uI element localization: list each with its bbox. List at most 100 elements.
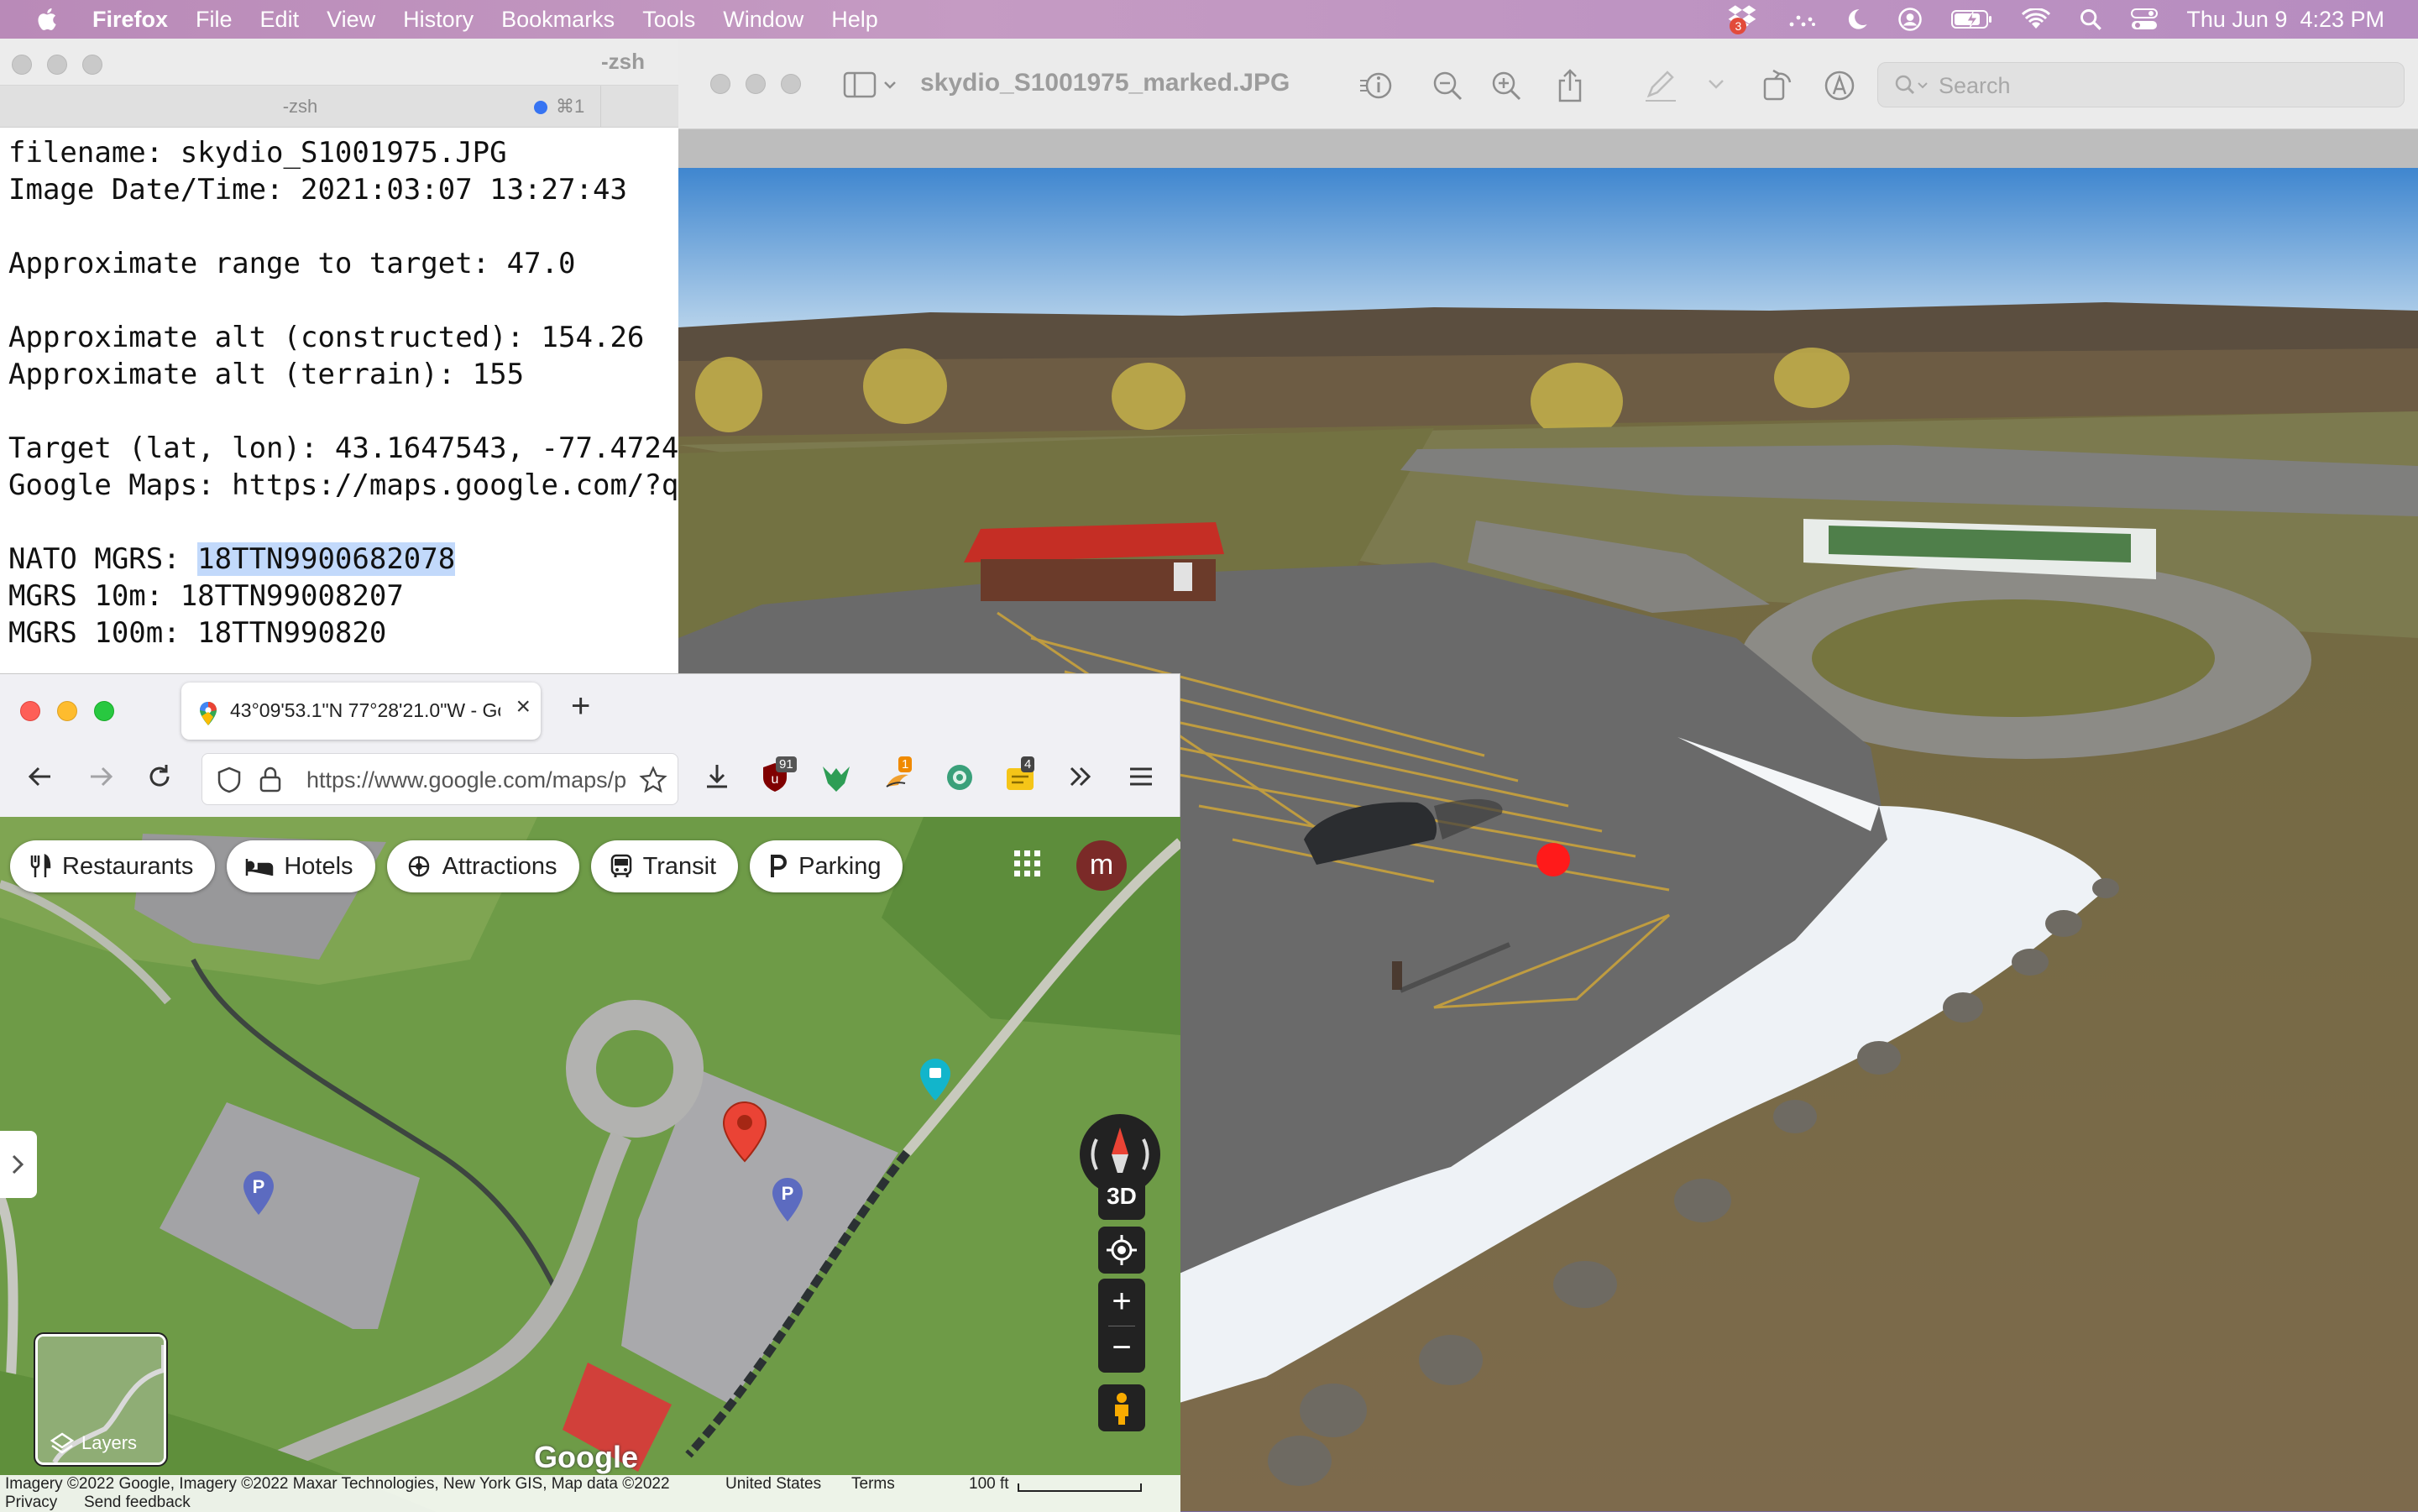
apps-grid-icon[interactable] <box>1013 849 1043 879</box>
side-panel-toggle[interactable] <box>0 1131 37 1198</box>
terminal-line: Approximate alt (constructed): 154.26 <box>8 321 645 354</box>
control-center-icon[interactable] <box>2131 8 2159 31</box>
menu-app-firefox[interactable]: Firefox <box>92 7 168 33</box>
parking-pin-icon[interactable]: P <box>242 1169 275 1218</box>
menu-clock[interactable]: Thu Jun 9 4:23 PM <box>2186 7 2384 33</box>
ublock-badge: 91 <box>776 756 797 772</box>
rotate-icon[interactable] <box>1761 67 1795 104</box>
menu-tools[interactable]: Tools <box>642 7 695 33</box>
terms-link[interactable]: Terms <box>851 1475 895 1494</box>
menu-view[interactable]: View <box>327 7 375 33</box>
menu-help[interactable]: Help <box>831 7 878 33</box>
mgrs-selected-text[interactable]: 18TTN9900682078 <box>197 542 456 576</box>
svg-text:P: P <box>782 1183 794 1204</box>
chip-restaurants[interactable]: Restaurants <box>10 840 216 892</box>
preview-search-field[interactable]: Search <box>1877 62 2405 107</box>
chip-label: Attractions <box>442 852 557 880</box>
chip-label: Hotels <box>284 852 353 880</box>
url-bar[interactable]: https://www.google.com/maps/place/ <box>202 753 678 805</box>
markup-toolbar-icon[interactable] <box>1822 67 1857 104</box>
zoom-button[interactable] <box>781 74 801 94</box>
close-button[interactable] <box>710 74 730 94</box>
menu-edit[interactable]: Edit <box>260 7 300 33</box>
minimize-button[interactable] <box>746 74 766 94</box>
imagery-attribution: Imagery ©2022 Google, Imagery ©2022 Maxa… <box>5 1475 670 1493</box>
terminal-line: MGRS 100m: 18TTN990820 <box>8 616 387 650</box>
forward-arrow-icon[interactable] <box>86 761 116 792</box>
extension-hand-icon[interactable]: 1 <box>882 756 915 795</box>
extension-badge-2: 4 <box>1021 756 1035 772</box>
zoom-in-icon[interactable] <box>1489 67 1523 104</box>
info-icon[interactable] <box>1357 67 1394 104</box>
minimize-button[interactable] <box>47 55 67 75</box>
wifi-icon[interactable] <box>2022 8 2051 30</box>
user-avatar[interactable]: m <box>1076 840 1127 891</box>
dots-menu-icon[interactable] <box>1787 9 1817 29</box>
back-arrow-icon[interactable] <box>25 761 55 792</box>
ublock-origin-icon[interactable]: u 91 <box>761 756 797 795</box>
parking-icon <box>771 855 788 877</box>
extension-notes-icon[interactable]: 4 <box>1004 756 1038 795</box>
new-tab-button[interactable]: + <box>571 688 590 725</box>
close-button[interactable] <box>20 701 40 721</box>
lock-icon[interactable] <box>258 766 283 794</box>
apple-icon[interactable] <box>34 5 62 34</box>
share-icon[interactable] <box>1555 67 1585 104</box>
zoom-out-button[interactable]: − <box>1098 1326 1145 1373</box>
dropbox-icon[interactable]: 3 <box>1728 4 1758 34</box>
parking-pin-icon[interactable]: P <box>771 1176 804 1225</box>
crosshair-icon <box>1107 1235 1137 1265</box>
preview-window-controls <box>710 74 801 94</box>
3d-toggle-button[interactable]: 3D <box>1098 1173 1145 1220</box>
privacy-link[interactable]: Privacy <box>5 1494 57 1512</box>
browser-tab-google-maps[interactable]: 43°09'53.1"N 77°28'21.0"W - Google Maps … <box>181 683 541 740</box>
spotlight-search-icon[interactable] <box>2079 8 2102 31</box>
avatar-initial: m <box>1089 849 1114 881</box>
bookmark-star-icon[interactable] <box>639 766 667 794</box>
menu-window[interactable]: Window <box>723 7 803 33</box>
more-tools-chevron-icon[interactable] <box>1066 761 1095 792</box>
tab-close-icon[interactable]: × <box>516 693 531 721</box>
satellite-map-imagery <box>0 817 1180 1512</box>
map-category-chips: Restaurants Hotels Attractions Transit P… <box>10 840 903 892</box>
layers-button[interactable]: Layers <box>35 1334 166 1465</box>
zoom-button[interactable] <box>82 55 102 75</box>
user-account-icon[interactable] <box>1897 7 1923 32</box>
sidebar-toggle-icon[interactable] <box>843 69 902 101</box>
red-location-pin-icon[interactable] <box>722 1101 767 1163</box>
google-map-view[interactable]: Restaurants Hotels Attractions Transit P… <box>0 817 1180 1512</box>
chip-parking[interactable]: Parking <box>750 840 903 892</box>
chip-transit[interactable]: Transit <box>590 840 739 892</box>
zoom-in-button[interactable]: + <box>1098 1279 1145 1326</box>
url-text: https://www.google.com/maps/place/ <box>306 767 625 793</box>
chip-attractions[interactable]: Attractions <box>386 840 579 892</box>
zoom-out-icon[interactable] <box>1431 67 1464 104</box>
terminal-tab[interactable]: -zsh <box>0 86 601 128</box>
terminal-output[interactable]: filename: skydio_S1001975.JPG Image Date… <box>0 128 678 658</box>
downloads-icon[interactable] <box>702 761 732 792</box>
menu-file[interactable]: File <box>196 7 233 33</box>
my-location-button[interactable] <box>1098 1227 1145 1274</box>
scale-label[interactable]: 100 ft <box>969 1475 1009 1494</box>
extension-green-fox-icon[interactable] <box>819 761 853 795</box>
zoom-button[interactable] <box>94 701 114 721</box>
chevron-down-icon[interactable] <box>1708 79 1725 91</box>
firefox-tab-strip: 43°09'53.1"N 77°28'21.0"W - Google Maps … <box>0 674 1180 743</box>
minimize-button[interactable] <box>57 701 77 721</box>
reload-icon[interactable] <box>144 761 175 792</box>
close-button[interactable] <box>12 55 32 75</box>
menu-bookmarks[interactable]: Bookmarks <box>501 7 615 33</box>
chip-hotels[interactable]: Hotels <box>227 840 375 892</box>
extension-circle-icon[interactable] <box>944 761 976 793</box>
menu-history[interactable]: History <box>403 7 474 33</box>
send-feedback-link[interactable]: Send feedback <box>84 1494 191 1512</box>
teal-place-pin-icon[interactable] <box>919 1057 952 1102</box>
battery-icon[interactable] <box>1951 8 1993 30</box>
tracking-shield-icon[interactable] <box>216 766 243 794</box>
moon-icon[interactable] <box>1845 8 1869 31</box>
markup-pen-icon[interactable] <box>1642 67 1679 104</box>
country-link[interactable]: United States <box>725 1475 821 1494</box>
street-view-pegman-button[interactable] <box>1098 1384 1145 1431</box>
hamburger-menu-icon[interactable] <box>1127 761 1155 792</box>
chip-label: Restaurants <box>62 852 194 880</box>
